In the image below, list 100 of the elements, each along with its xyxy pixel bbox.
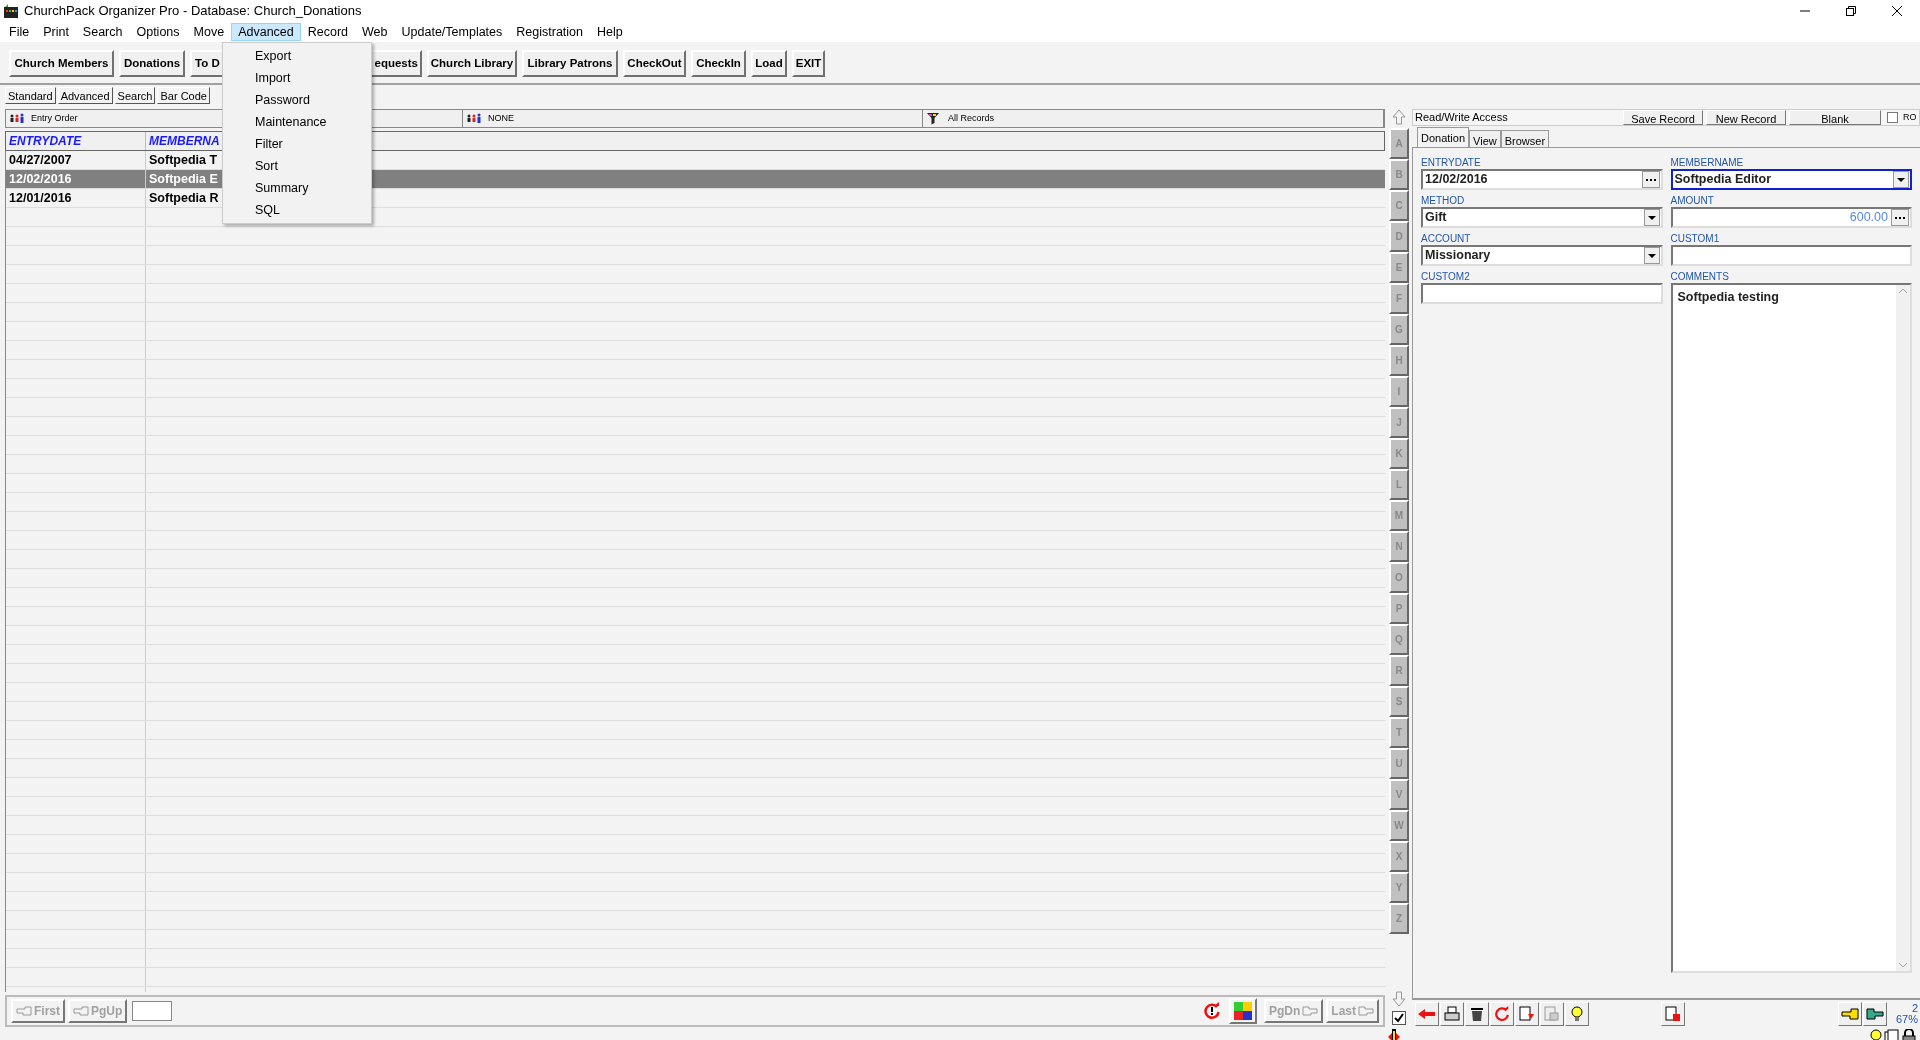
record-button[interactable]: New Record bbox=[1706, 110, 1786, 125]
caret-icon bbox=[1647, 253, 1656, 258]
caret-icon bbox=[1647, 215, 1656, 220]
menu-item[interactable]: File bbox=[2, 23, 37, 41]
field-label: AMOUNT bbox=[1670, 194, 1715, 207]
people-icon bbox=[9, 112, 25, 125]
window-title: ChurchPack Organizer Pro - Database: Church_Donations bbox=[24, 2, 362, 21]
access-label: Read/Write Access bbox=[1414, 110, 1509, 126]
menu-item[interactable]: Help bbox=[590, 23, 630, 41]
back-button[interactable] bbox=[1415, 1001, 1439, 1026]
menu-item[interactable]: Print bbox=[36, 23, 76, 41]
record-button[interactable]: Save Record bbox=[1623, 110, 1703, 125]
dropdown-field[interactable]: Softpedia Editor bbox=[1670, 169, 1912, 190]
view-button[interactable]: Search bbox=[114, 87, 156, 104]
record-button[interactable]: Blank bbox=[1789, 110, 1881, 125]
field-label: ENTRYDATE bbox=[1421, 156, 1482, 169]
menu-item[interactable]: Export bbox=[223, 45, 371, 67]
tab[interactable]: Donation bbox=[1417, 127, 1470, 147]
ellipsis-button[interactable] bbox=[1641, 171, 1660, 188]
sync-checkbox[interactable] bbox=[1392, 1011, 1406, 1025]
menu-item[interactable]: Move bbox=[186, 23, 232, 41]
menu-item[interactable]: SQL bbox=[223, 199, 371, 221]
document-icon bbox=[1544, 1005, 1560, 1022]
zoom-level: 67% bbox=[1895, 1013, 1918, 1025]
menu-item[interactable]: Advanced bbox=[231, 23, 301, 41]
copy-button[interactable] bbox=[1515, 1001, 1539, 1026]
table-cell[interactable]: 12/02/2016 bbox=[6, 170, 146, 188]
document-icon bbox=[1519, 1005, 1535, 1022]
toolbar-button[interactable]: Church Members bbox=[9, 50, 114, 77]
menu-item[interactable]: Search bbox=[75, 23, 130, 41]
record-number: 2 bbox=[1911, 1002, 1918, 1014]
printer-icon bbox=[1444, 1005, 1460, 1022]
tip-button[interactable] bbox=[1565, 1001, 1589, 1026]
restore-icon bbox=[1846, 6, 1856, 16]
menu-item[interactable]: Summary bbox=[223, 177, 371, 199]
ro-label: RO bbox=[1903, 110, 1917, 124]
menu-item[interactable]: Update/Templates bbox=[394, 23, 510, 41]
toolbar-button[interactable]: Church Library bbox=[427, 50, 517, 77]
menu-item[interactable]: Web bbox=[355, 23, 395, 41]
view-button[interactable]: Advanced bbox=[57, 87, 113, 104]
record-number-field[interactable] bbox=[132, 1001, 173, 1021]
input-field[interactable]: 600.00 bbox=[1670, 207, 1912, 228]
trash-icon bbox=[1470, 1005, 1484, 1022]
field-value: 12/02/2016 bbox=[1424, 171, 1489, 189]
table-cell[interactable]: Softpedia T bbox=[146, 151, 220, 169]
dropdown-button[interactable] bbox=[1643, 247, 1660, 264]
field-label: CUSTOM1 bbox=[1670, 232, 1721, 245]
previous-record-button[interactable] bbox=[1837, 1001, 1862, 1026]
menu-item[interactable]: Maintenance bbox=[223, 111, 371, 133]
dropdown-button[interactable] bbox=[1643, 209, 1660, 226]
dropdown-field[interactable]: Missionary bbox=[1421, 245, 1663, 266]
toolbar-button[interactable]: CheckOut bbox=[623, 50, 686, 77]
ro-checkbox[interactable] bbox=[1887, 112, 1898, 123]
list-sort-label: All Records bbox=[948, 111, 994, 125]
field-value: Softpedia testing bbox=[1676, 289, 1780, 306]
export-button[interactable] bbox=[1540, 1001, 1564, 1026]
toolbar-button[interactable]: EXIT bbox=[792, 50, 825, 77]
table-cell[interactable]: 04/27/2007 bbox=[6, 151, 146, 169]
app-logo-icon bbox=[3, 3, 19, 19]
print-button[interactable] bbox=[1440, 1001, 1464, 1026]
ellipsis-button[interactable] bbox=[1891, 209, 1909, 226]
menu-item[interactable]: Options bbox=[129, 23, 187, 41]
left-arrow-icon bbox=[1418, 1008, 1436, 1019]
blocks-button[interactable] bbox=[1228, 998, 1257, 1024]
input-field[interactable] bbox=[1421, 283, 1663, 304]
close-icon bbox=[1892, 6, 1902, 16]
up-arrow-icon[interactable] bbox=[1392, 109, 1406, 125]
refresh-button[interactable] bbox=[1490, 1001, 1514, 1026]
delete-button[interactable] bbox=[1465, 1001, 1489, 1026]
dropdown-field[interactable]: Gift bbox=[1421, 207, 1663, 228]
toolbar-button[interactable]: Donations bbox=[119, 50, 185, 77]
toolbar-button[interactable]: CheckIn bbox=[691, 50, 746, 77]
view-button[interactable]: Bar Code bbox=[157, 87, 210, 104]
menu-item[interactable]: Sort bbox=[223, 155, 371, 177]
column-header[interactable]: MEMBERNA bbox=[146, 132, 220, 150]
table-cell[interactable]: 12/01/2016 bbox=[6, 189, 146, 207]
list-sort-label: Entry Order bbox=[31, 111, 78, 125]
menu-item[interactable]: Record bbox=[300, 23, 356, 41]
dropdown-button[interactable] bbox=[1893, 171, 1909, 188]
tab[interactable]: View bbox=[1469, 130, 1501, 147]
column-header[interactable]: ENTRYDATE bbox=[6, 132, 146, 150]
save-button[interactable] bbox=[1661, 1001, 1685, 1026]
toolbar-button[interactable]: Load bbox=[751, 50, 787, 77]
view-button[interactable]: Standard bbox=[5, 87, 56, 104]
comments-field[interactable]: Softpedia testing bbox=[1670, 283, 1912, 973]
field-value: Gift bbox=[1424, 209, 1448, 227]
table-cell[interactable]: Softpedia R bbox=[146, 189, 220, 207]
input-field[interactable] bbox=[1670, 245, 1912, 266]
tab[interactable]: Browser bbox=[1500, 130, 1550, 147]
ellipsis-icon bbox=[1645, 178, 1656, 181]
menu-item[interactable]: Import bbox=[223, 67, 371, 89]
refresh-icon bbox=[1202, 1002, 1221, 1020]
menu-item[interactable]: Filter bbox=[223, 133, 371, 155]
input-field[interactable]: 12/02/2016 bbox=[1421, 169, 1663, 190]
caret-icon bbox=[1897, 177, 1905, 182]
menu-item[interactable]: Password bbox=[223, 89, 371, 111]
people-icon bbox=[466, 112, 482, 125]
next-record-button[interactable] bbox=[1862, 1001, 1887, 1026]
toolbar-button[interactable]: Library Patrons bbox=[522, 50, 618, 77]
menu-item[interactable]: Registration bbox=[509, 23, 590, 41]
